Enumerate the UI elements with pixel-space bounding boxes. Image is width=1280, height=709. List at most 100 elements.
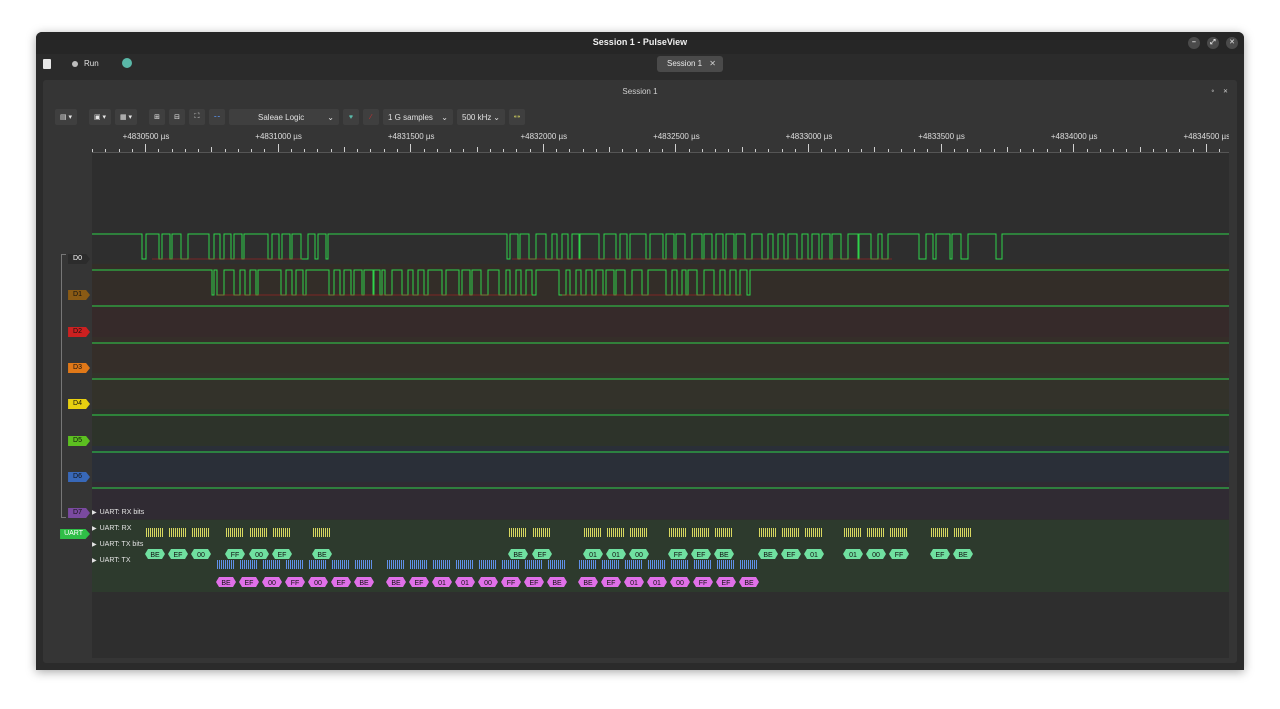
tx-byte-label: 00 — [314, 580, 322, 587]
rx-bit — [192, 528, 193, 537]
tx-bit — [564, 560, 565, 569]
tx-bit — [604, 560, 605, 569]
rx-bit — [854, 528, 855, 537]
uart-decoder-badge[interactable]: UART — [60, 529, 90, 539]
cursor-toggle-button[interactable]: ⁃⁃ — [209, 109, 225, 125]
tx-bit — [321, 560, 322, 569]
tx-byte-label: 00 — [484, 580, 492, 587]
samples-select[interactable]: 1 G samples ⌄ — [383, 109, 453, 125]
ruler-tick — [516, 149, 518, 152]
tab-close-icon[interactable]: ✕ — [709, 56, 716, 72]
tx-bit — [527, 560, 528, 569]
tx-bit — [483, 560, 484, 569]
rx-bit — [813, 528, 814, 537]
channel-label-d6[interactable]: D6 — [68, 472, 90, 482]
zoom-fit-button[interactable]: ⛶ — [189, 109, 205, 125]
rx-bit — [175, 528, 176, 537]
decoder-row-label[interactable]: ▶ UART: RX bits — [92, 509, 144, 516]
tx-bit — [418, 560, 419, 569]
rx-bit — [894, 528, 895, 537]
tx-bit — [269, 560, 270, 569]
tx-bit — [541, 560, 542, 569]
rx-bit — [285, 528, 286, 537]
minimize-button[interactable]: – — [1188, 37, 1200, 49]
tx-bit — [309, 560, 310, 569]
rx-bit — [784, 528, 785, 537]
ruler-tick — [463, 149, 465, 152]
rx-bit — [208, 528, 209, 537]
channel-label-d4[interactable]: D4 — [68, 399, 90, 409]
tx-bit — [464, 560, 465, 569]
sigrok-logo-icon[interactable] — [122, 58, 132, 68]
channel-label-d7[interactable]: D7 — [68, 508, 90, 518]
save-button[interactable]: ▣ ▾ — [89, 109, 111, 125]
rx-byte-label: 00 — [255, 552, 263, 559]
device-config-icon[interactable]: ♥ — [343, 109, 359, 125]
zoom-out-button[interactable]: ⊟ — [169, 109, 185, 125]
expand-arrow-icon: ▶ — [92, 526, 97, 532]
ruler-label: +4834500 µs — [1183, 132, 1229, 141]
tx-bit — [323, 560, 324, 569]
export-button[interactable]: ▦ ▾ — [115, 109, 137, 125]
tx-bit — [277, 560, 278, 569]
rx-bit — [681, 528, 682, 537]
rx-bit — [892, 528, 893, 537]
tx-bit — [466, 560, 467, 569]
tx-bit — [516, 560, 517, 569]
tx-bit — [292, 560, 293, 569]
decoder-row-label[interactable]: ▶ UART: TX — [92, 557, 131, 564]
channel-label-d3[interactable]: D3 — [68, 363, 90, 373]
tx-bit — [338, 560, 339, 569]
tx-bit — [606, 560, 607, 569]
decoder-row-label[interactable]: ▶ UART: RX — [92, 525, 131, 532]
ruler-label: +4834000 µs — [1050, 132, 1098, 141]
tx-bit — [271, 560, 272, 569]
channel-lane — [92, 337, 1229, 373]
trace-view[interactable]: +4830500 µs +4831000 µs +4831500 µs +483200… — [92, 130, 1229, 658]
run-button[interactable]: Run — [72, 59, 99, 68]
add-decoder-icon[interactable]: ⁌⁍ — [509, 109, 525, 125]
trace-area[interactable]: BE EF 00 FF 00 EF BE BE EF 01 01 00 FF EF BE BE EF 01 01 00… — [92, 153, 1229, 658]
rx-bit — [771, 528, 772, 537]
probe-config-icon[interactable]: ⁄ — [363, 109, 379, 125]
rx-byte-label: BE — [958, 552, 968, 559]
channel-label-d2[interactable]: D2 — [68, 327, 90, 337]
tx-bit — [420, 560, 421, 569]
tx-bit — [748, 560, 749, 569]
channel-label-d5[interactable]: D5 — [68, 436, 90, 446]
zoom-in-button[interactable]: ⊞ — [149, 109, 165, 125]
tx-bit — [704, 560, 705, 569]
tx-bit — [504, 560, 505, 569]
rx-bit — [852, 528, 853, 537]
close-button[interactable]: ✕ — [1226, 37, 1238, 49]
new-session-icon[interactable] — [43, 59, 51, 69]
channel-label-d1[interactable]: D1 — [68, 290, 90, 300]
tx-bit — [614, 560, 615, 569]
panel-controls[interactable]: ⚬ ✕ — [1210, 88, 1231, 95]
rx-bit — [279, 528, 280, 537]
rx-bit — [185, 528, 186, 537]
decoder-row-label[interactable]: ▶ UART: TX bits — [92, 541, 143, 548]
ruler-tick — [927, 149, 929, 152]
tx-bit — [242, 560, 243, 569]
samplerate-select[interactable]: 500 kHz ⌄ — [457, 109, 505, 125]
ruler-tick — [847, 149, 849, 152]
rx-byte-label: BE — [150, 552, 160, 559]
ruler-tick — [980, 149, 982, 152]
device-select[interactable]: Saleae Logic ⌄ — [229, 109, 339, 125]
rx-bit — [765, 528, 766, 537]
time-ruler[interactable]: +4830500 µs +4831000 µs +4831500 µs +483200… — [92, 130, 1229, 153]
maximize-button[interactable]: ⤢ — [1207, 37, 1219, 49]
rx-bit — [181, 528, 182, 537]
app-toolbar: Run Session 1 ✕ — [36, 54, 1244, 78]
tx-bit — [744, 560, 745, 569]
rx-bit — [694, 528, 695, 537]
open-file-button[interactable]: ▤ ▾ — [55, 109, 77, 125]
rx-bit — [594, 528, 595, 537]
rx-bit — [238, 528, 239, 537]
ruler-tick — [423, 149, 425, 152]
tx-bit — [342, 560, 343, 569]
channel-label-d0[interactable]: D0 — [68, 254, 90, 264]
rx-bit — [592, 528, 593, 537]
tab-session-1[interactable]: Session 1 ✕ — [657, 56, 723, 72]
